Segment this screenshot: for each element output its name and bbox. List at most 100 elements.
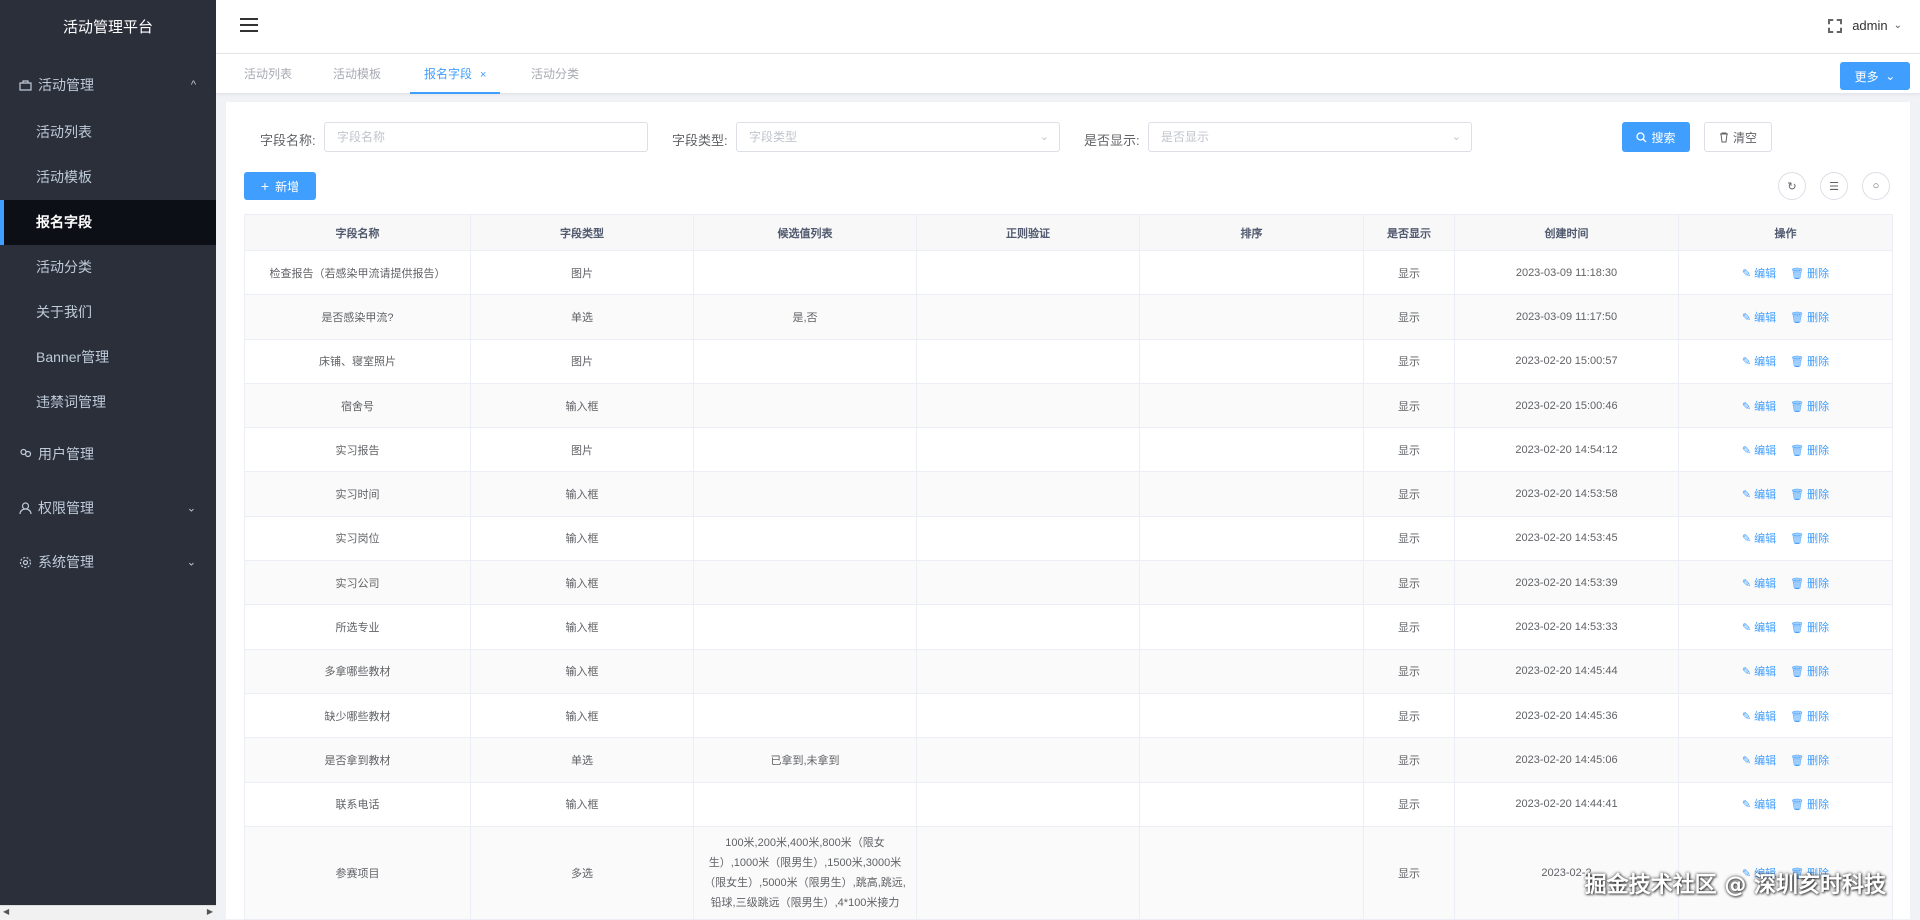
add-button[interactable]: + 新增 [244, 172, 316, 200]
cell-regex [916, 737, 1140, 783]
toggle-search-icon[interactable]: ○ [1862, 172, 1890, 200]
edit-icon: ✎ [1741, 311, 1752, 324]
edit-button[interactable]: ✎ 编辑 [1742, 622, 1776, 634]
edit-button[interactable]: ✎ 编辑 [1742, 445, 1776, 457]
field-name-input[interactable]: 字段名称 [324, 122, 648, 152]
cell-actions: ✎ 编辑 🗑 删除 [1678, 471, 1893, 517]
table-header: 字段名称 字段类型 候选值列表 正则验证 排序 是否显示 创建时间 操作 [244, 214, 1893, 251]
horizontal-scrollbar[interactable]: ◀ ▶ [0, 905, 216, 919]
cell-regex [916, 825, 1140, 920]
column-header[interactable]: 排序 [1139, 214, 1364, 251]
table-row: 实习时间 输入框 显示 2023-02-20 14:53:58 ✎ 编辑 🗑 删除 [244, 471, 1893, 517]
menu-group-label: 用户管理 [38, 446, 94, 462]
field-type-select[interactable]: 字段类型 ⌄ [736, 122, 1060, 152]
menu-group-system[interactable]: 系统管理 ⌄ [0, 537, 216, 587]
cell-options: 已拿到,未拿到 [693, 737, 917, 783]
cell-show: 显示 [1363, 825, 1455, 920]
column-header[interactable]: 创建时间 [1454, 214, 1679, 251]
column-header[interactable]: 是否显示 [1363, 214, 1455, 251]
cell-show: 显示 [1363, 338, 1455, 384]
cell-type: 输入框 [470, 560, 694, 606]
tab-activity-list[interactable]: 活动列表 [244, 54, 292, 94]
delete-button[interactable]: 🗑 删除 [1790, 401, 1829, 413]
refresh-icon[interactable]: ↻ [1778, 172, 1806, 200]
edit-button[interactable]: ✎ 编辑 [1742, 268, 1776, 280]
sidebar-item-banner[interactable]: Banner管理 [0, 335, 216, 380]
sidebar-item-activity-template[interactable]: 活动模板 [0, 155, 216, 200]
tab-activity-category[interactable]: 活动分类 [531, 54, 579, 94]
delete-button[interactable]: 🗑 删除 [1790, 268, 1829, 280]
edit-icon: ✎ [1741, 754, 1752, 767]
column-header[interactable]: 候选值列表 [693, 214, 917, 251]
edit-icon: ✎ [1741, 577, 1752, 590]
tab-signup-fields[interactable]: 报名字段 × [410, 54, 501, 94]
edit-button[interactable]: ✎ 编辑 [1742, 356, 1776, 368]
sidebar-item-signup-fields[interactable]: 报名字段 [0, 200, 216, 245]
table-row: 联系电话 输入框 显示 2023-02-20 14:44:41 ✎ 编辑 🗑 删除 [244, 781, 1893, 827]
column-header[interactable]: 字段类型 [470, 214, 694, 251]
edit-button[interactable]: ✎ 编辑 [1742, 578, 1776, 590]
cell-options [693, 560, 917, 606]
delete-button[interactable]: 🗑 删除 [1790, 711, 1829, 723]
cell-show: 显示 [1363, 692, 1455, 739]
cell-sort [1139, 560, 1364, 606]
edit-icon: ✎ [1741, 444, 1752, 457]
cell-options [693, 781, 917, 827]
username[interactable]: admin [1852, 18, 1887, 33]
menu-group-users[interactable]: 用户管理 [0, 429, 216, 479]
edit-button[interactable]: ✎ 编辑 [1742, 799, 1776, 811]
delete-button[interactable]: 🗑 删除 [1790, 489, 1829, 501]
sidebar-item-activity-list[interactable]: 活动列表 [0, 110, 216, 155]
tags-view: 活动列表 活动模板 报名字段 × 活动分类 更多 ⌄ [216, 54, 1920, 94]
delete-button[interactable]: 🗑 删除 [1790, 312, 1829, 324]
cell-type: 单选 [470, 737, 694, 783]
edit-button[interactable]: ✎ 编辑 [1742, 711, 1776, 723]
scroll-left-icon[interactable]: ◀ [3, 907, 9, 916]
columns-settings-icon[interactable]: ☰ [1820, 172, 1848, 200]
cell-name: 实习报告 [244, 427, 471, 473]
cell-name: 床铺、寝室照片 [244, 338, 471, 384]
more-button[interactable]: 更多 ⌄ [1840, 62, 1910, 90]
menu-group-activity[interactable]: 活动管理 ^ [0, 60, 216, 110]
delete-button[interactable]: 🗑 删除 [1790, 578, 1829, 590]
edit-button[interactable]: ✎ 编辑 [1742, 533, 1776, 545]
edit-button[interactable]: ✎ 编辑 [1742, 489, 1776, 501]
cell-sort [1139, 471, 1364, 517]
gear-icon [18, 555, 32, 569]
delete-button[interactable]: 🗑 删除 [1790, 755, 1829, 767]
column-header[interactable]: 字段名称 [244, 214, 471, 251]
delete-button[interactable]: 🗑 删除 [1790, 622, 1829, 634]
show-select[interactable]: 是否显示 ⌄ [1148, 122, 1472, 152]
cell-regex [916, 560, 1140, 606]
sidebar-item-banned-words[interactable]: 违禁词管理 [0, 380, 216, 425]
clear-button[interactable]: 清空 [1704, 122, 1772, 152]
tab-activity-template[interactable]: 活动模板 [333, 54, 381, 94]
menu-group-label: 活动管理 [38, 77, 94, 93]
chevron-up-icon: ^ [190, 79, 196, 91]
close-icon[interactable]: × [480, 69, 486, 81]
scroll-right-icon[interactable]: ▶ [207, 907, 213, 916]
edit-button[interactable]: ✎ 编辑 [1742, 312, 1776, 324]
delete-button[interactable]: 🗑 删除 [1790, 445, 1829, 457]
cell-show: 显示 [1363, 515, 1455, 562]
search-button[interactable]: 搜索 [1622, 122, 1690, 152]
cell-actions: ✎ 编辑 🗑 删除 [1678, 737, 1893, 783]
delete-button[interactable]: 🗑 删除 [1790, 666, 1829, 678]
cell-regex [916, 648, 1140, 694]
edit-icon: ✎ [1741, 622, 1752, 635]
hamburger-icon[interactable] [240, 18, 258, 32]
edit-icon: ✎ [1741, 666, 1752, 679]
menu-group-permissions[interactable]: 权限管理 ⌄ [0, 483, 216, 533]
edit-button[interactable]: ✎ 编辑 [1742, 666, 1776, 678]
user-menu[interactable]: admin ⌄ [1828, 18, 1902, 33]
delete-button[interactable]: 🗑 删除 [1790, 533, 1829, 545]
edit-button[interactable]: ✎ 编辑 [1742, 401, 1776, 413]
fullscreen-icon[interactable] [1828, 18, 1843, 33]
sidebar-item-activity-category[interactable]: 活动分类 [0, 245, 216, 290]
edit-button[interactable]: ✎ 编辑 [1742, 755, 1776, 767]
column-header[interactable]: 正则验证 [916, 214, 1140, 251]
delete-button[interactable]: 🗑 删除 [1790, 799, 1829, 811]
cell-regex [916, 338, 1140, 384]
sidebar-item-about-us[interactable]: 关于我们 [0, 290, 216, 335]
delete-button[interactable]: 🗑 删除 [1790, 356, 1829, 368]
